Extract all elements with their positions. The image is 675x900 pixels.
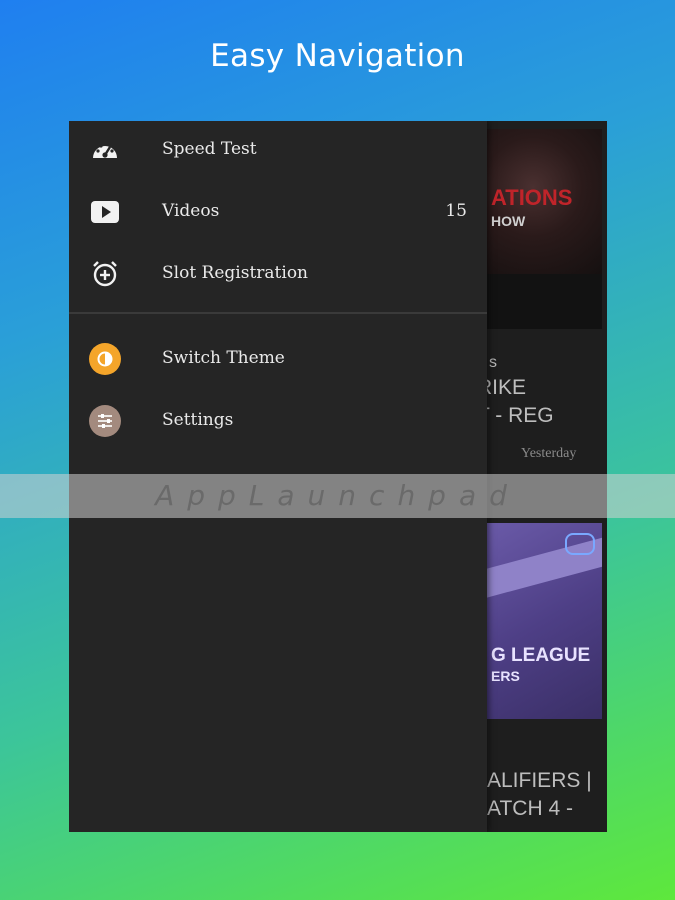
nav-item-label: Settings (162, 410, 234, 430)
alarm-add-icon (89, 258, 121, 290)
video-channel: s (489, 354, 497, 371)
thumbnail-footer (487, 274, 602, 329)
headline: Easy Navigation (210, 38, 465, 74)
thumbnail-subtitle: ERS (491, 668, 520, 684)
nav-item-label: Switch Theme (162, 348, 285, 368)
nav-item-videos[interactable]: Videos 15 (69, 183, 487, 243)
nav-item-slot-registration[interactable]: Slot Registration (69, 245, 487, 305)
video-thumbnail[interactable]: ATIONS HOW (487, 129, 602, 274)
nav-item-label: Videos (162, 201, 220, 221)
videos-count: 15 (445, 201, 467, 221)
drawer-divider (69, 312, 487, 314)
video-thumbnail[interactable]: G LEAGUE ERS (487, 523, 602, 719)
nav-item-switch-theme[interactable]: Switch Theme (69, 330, 487, 390)
nav-item-speed-test[interactable]: Speed Test (69, 121, 487, 181)
nav-item-label: Speed Test (162, 139, 257, 159)
watermark-banner: AppLaunchpad (0, 474, 675, 518)
video-title-line: ATCH 4 - (487, 797, 573, 820)
video-timestamp: Yesterday (521, 446, 577, 461)
video-title-line: T - REG (477, 404, 554, 427)
video-title-line: ALIFIERS | (487, 769, 592, 792)
sliders-icon (89, 405, 121, 437)
thumbnail-title: ATIONS (491, 185, 573, 210)
speedometer-icon (89, 134, 121, 166)
thumbnail-subtitle: HOW (491, 213, 526, 229)
nav-item-settings[interactable]: Settings (69, 392, 487, 452)
play-icon (89, 196, 121, 228)
nav-item-label: Slot Registration (162, 263, 309, 283)
thumbnail-title: G LEAGUE (491, 645, 591, 666)
theme-icon (89, 343, 121, 375)
gamepad-icon (565, 533, 595, 555)
